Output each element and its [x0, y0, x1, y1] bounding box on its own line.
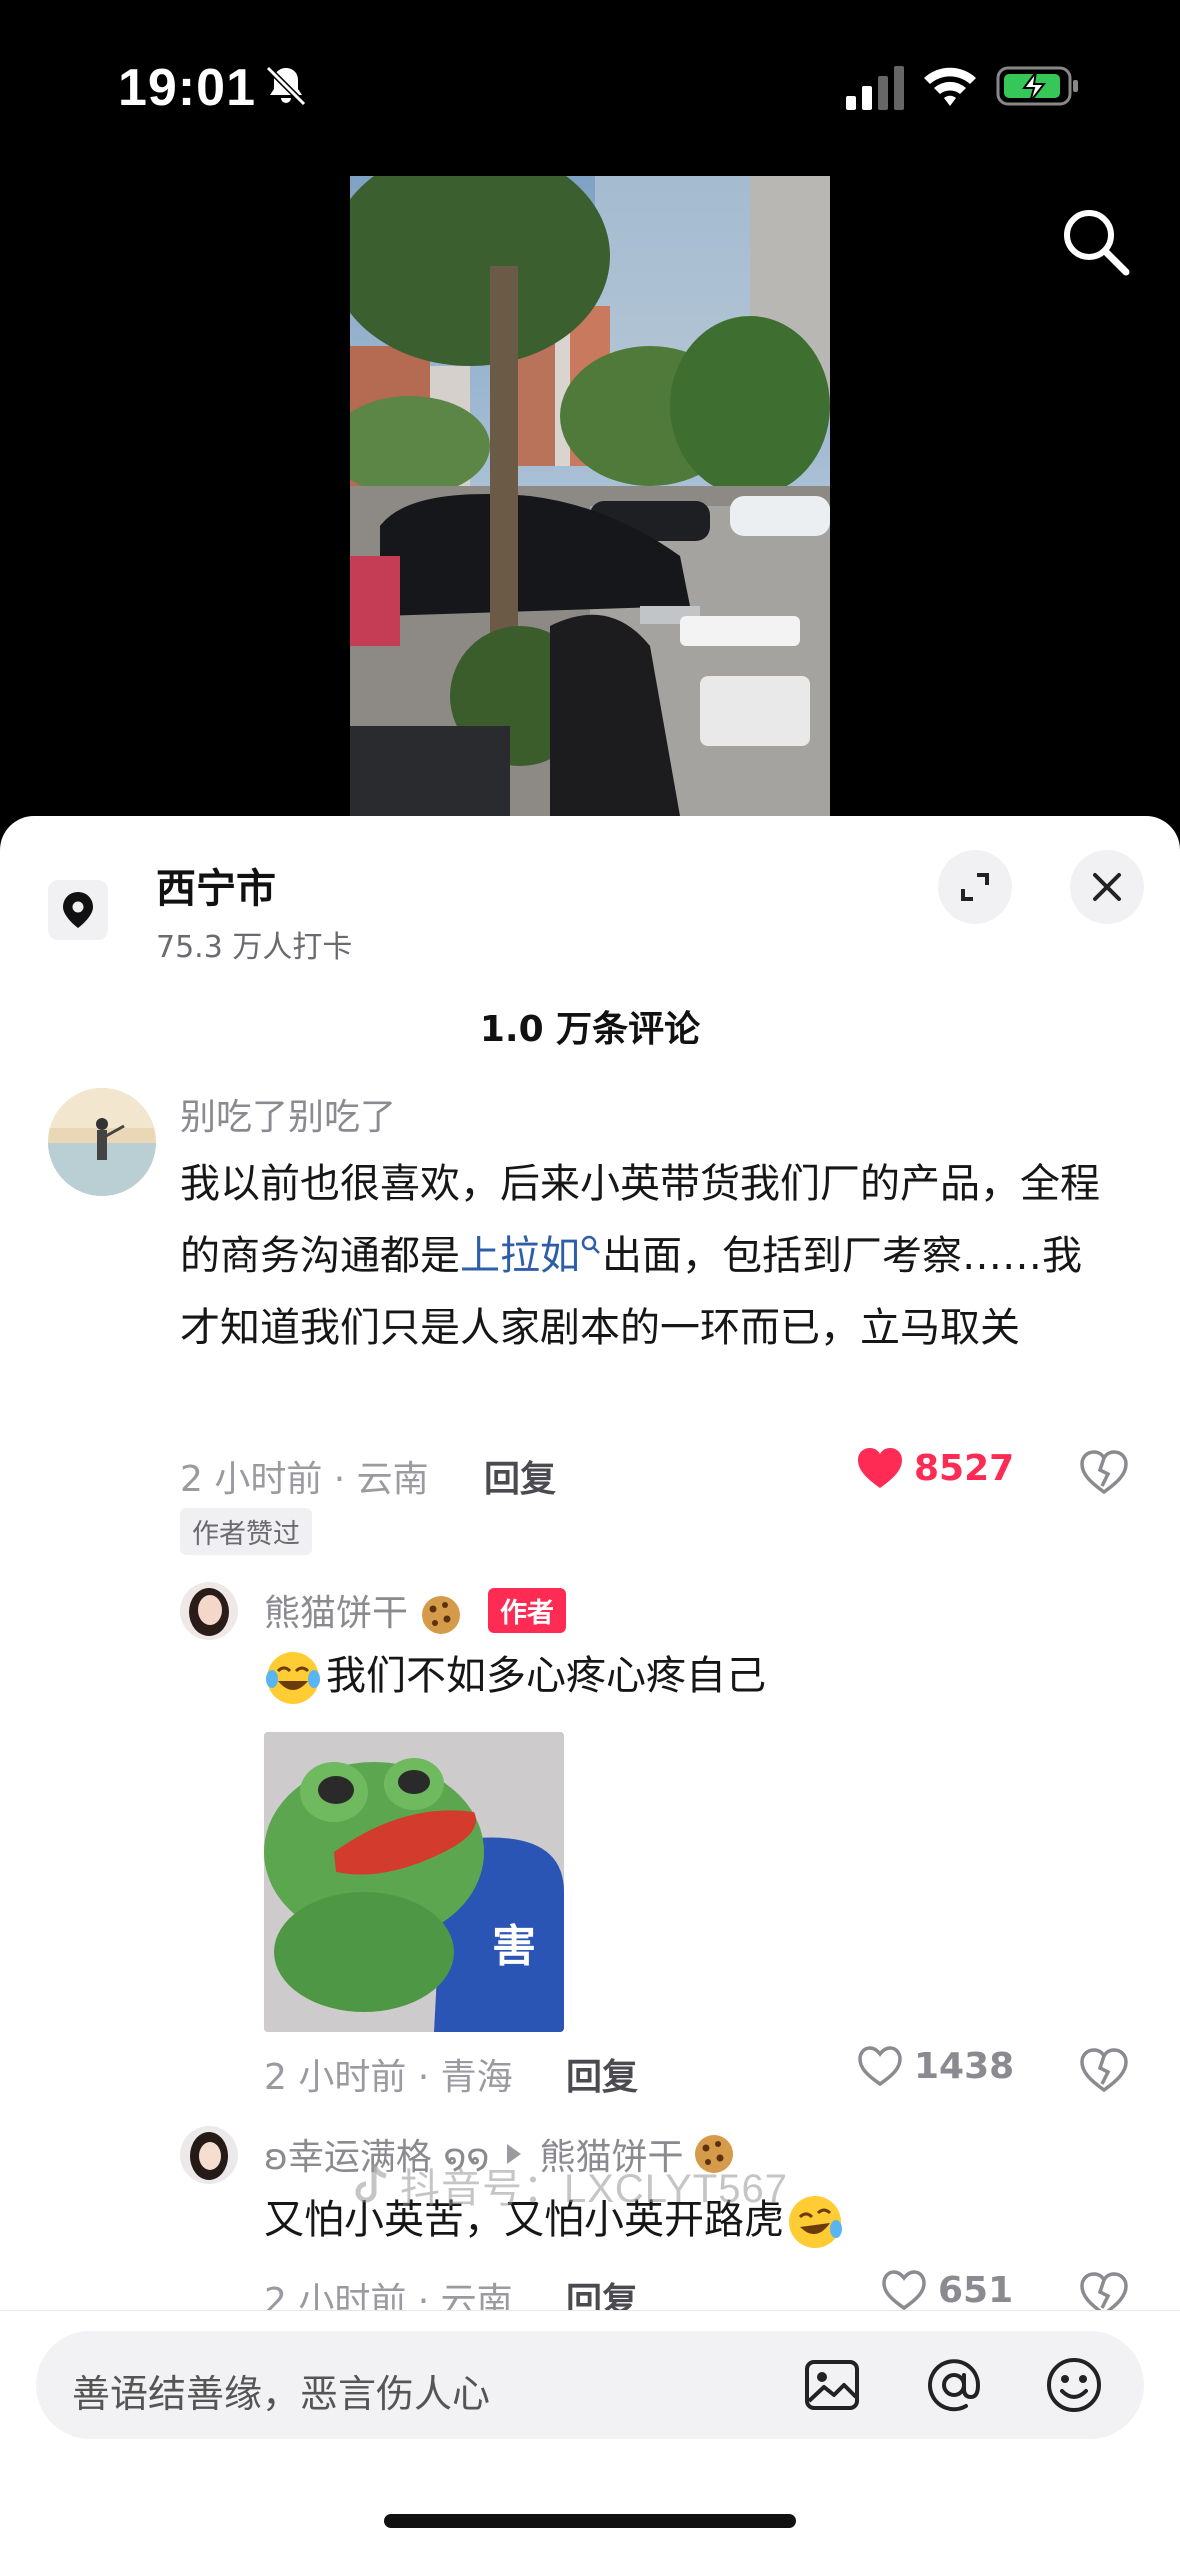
location-pin-icon — [48, 880, 108, 940]
author-liked-badge: 作者赞过 — [180, 1508, 312, 1555]
search-link[interactable]: 上拉如 — [460, 1233, 580, 1279]
comment-input[interactable]: 善语结善缘，恶言伤人心 — [36, 2331, 1144, 2439]
comment-meta: 2 小时前 · 青海 — [264, 2057, 513, 2098]
search-small-icon — [581, 1235, 600, 1254]
like-count: 651 — [938, 2269, 1014, 2311]
comment-count: 1.0 万条评论 — [479, 1009, 701, 1050]
watermark: 抖音号：LXCLYT567 — [352, 2156, 788, 2214]
author-tag: 作者 — [488, 1588, 566, 1633]
reply-button[interactable]: 回复 — [484, 1450, 556, 1502]
sticker-caption: 害 — [492, 1921, 536, 1972]
like-button[interactable]: 1438 — [856, 2044, 1014, 2088]
cellular-signal-icon — [846, 66, 904, 110]
expand-icon — [961, 873, 989, 901]
comment-meta: 2 小时前 · 云南 — [180, 1459, 429, 1500]
emoji-icon[interactable] — [1044, 2355, 1104, 2415]
comment-sheet: 西宁市 75.3 万人打卡 1.0 万条评论 别吃了别吃了 我以前也很喜欢，后来… — [0, 816, 1180, 2556]
avatar[interactable] — [180, 2126, 238, 2184]
avatar[interactable] — [48, 1088, 156, 1196]
heart-filled-icon — [858, 1448, 902, 1488]
like-count: 1438 — [914, 2045, 1015, 2087]
comment-input-placeholder: 善语结善缘，恶言伤人心 — [72, 2372, 491, 2416]
search-icon[interactable] — [1058, 204, 1132, 278]
street-scene-image — [350, 176, 830, 816]
image-icon[interactable] — [802, 2355, 862, 2415]
wifi-icon — [924, 67, 976, 106]
dislike-icon[interactable] — [1078, 2046, 1130, 2094]
mention-icon[interactable] — [924, 2355, 984, 2415]
close-button[interactable] — [1070, 850, 1144, 924]
like-button[interactable]: 651 — [880, 2268, 1013, 2312]
video-preview[interactable] — [350, 176, 830, 816]
comment-username[interactable]: 别吃了别吃了 — [180, 1088, 396, 1140]
cookie-icon — [422, 1596, 461, 1634]
like-button[interactable]: 8527 — [856, 1446, 1014, 1490]
status-bar: 19:01 — [0, 0, 1180, 170]
location-title[interactable]: 西宁市 — [156, 856, 276, 914]
status-time: 19:01 — [118, 59, 256, 117]
home-indicator[interactable] — [384, 2514, 796, 2528]
comment-username[interactable]: 熊猫饼干 — [264, 1584, 463, 1637]
location-checkins: 75.3 万人打卡 — [156, 930, 353, 965]
rolling-laughing-emoji-icon — [789, 2196, 842, 2248]
comment-text: 我们不如多心疼心疼自己 — [264, 1640, 1104, 1712]
sticker-image[interactable]: 害 — [264, 1732, 564, 2032]
tiktok-logo-icon — [355, 2163, 387, 2203]
close-icon — [1093, 873, 1121, 901]
dislike-icon[interactable] — [1078, 1448, 1130, 1496]
expand-button[interactable] — [938, 850, 1012, 924]
bell-muted-icon — [265, 65, 307, 107]
comment-text: 我以前也很喜欢，后来小英带货我们厂的产品，全程的商务沟通都是上拉如 出面，包括到厂… — [180, 1161, 1100, 1351]
battery-charging-icon — [996, 66, 1078, 106]
heart-outline-icon — [858, 2046, 902, 2087]
like-count: 8527 — [914, 1447, 1015, 1489]
avatar[interactable] — [180, 1582, 238, 1640]
heart-outline-icon — [882, 2270, 926, 2311]
reply-button[interactable]: 回复 — [566, 2048, 638, 2100]
crying-laughing-emoji-icon — [266, 1652, 320, 1704]
